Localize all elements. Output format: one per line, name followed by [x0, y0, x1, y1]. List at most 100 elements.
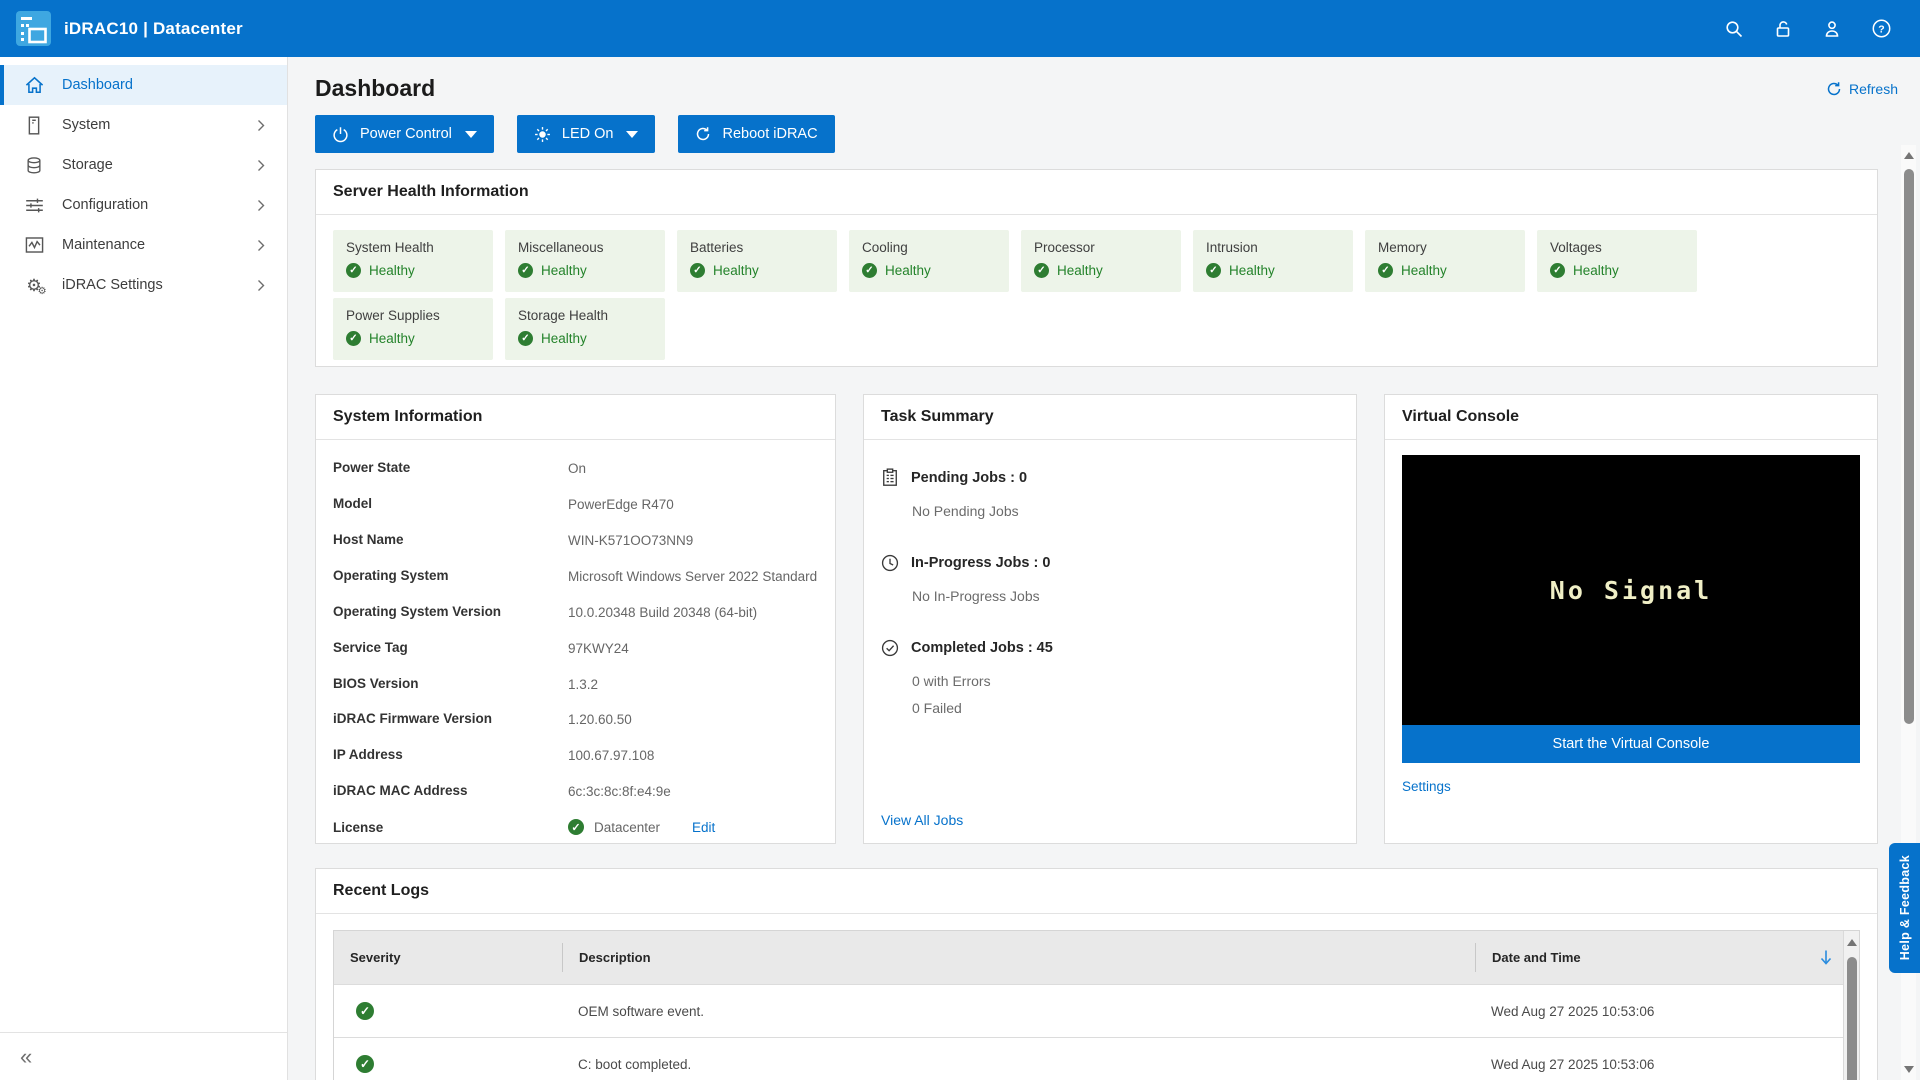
system-information-panel: System Information Power State On Model … — [315, 394, 836, 844]
healthy-check-icon: ✓ — [1378, 263, 1393, 278]
sidebar-item-idrac-settings[interactable]: ⚙⚙ iDRAC Settings — [0, 265, 287, 305]
column-header-description[interactable]: Description — [562, 943, 1475, 972]
info-row: Operating System Microsoft Windows Serve… — [333, 560, 818, 596]
reboot-idrac-button[interactable]: Reboot iDRAC — [678, 115, 834, 153]
health-tile[interactable]: Cooling ✓ Healthy — [849, 230, 1009, 292]
gear-icon: ⚙⚙ — [22, 277, 46, 294]
sidebar-item-configuration[interactable]: Configuration — [0, 185, 287, 225]
info-value: 1.20.60.50 — [568, 710, 818, 731]
info-value: 97KWY24 — [568, 639, 818, 660]
health-tile-status: ✓ Healthy — [346, 263, 480, 278]
topbar-icons: ? — [1723, 18, 1892, 40]
info-row: Service Tag 97KWY24 — [333, 632, 818, 668]
virtual-console-panel: Virtual Console No Signal Start the Virt… — [1384, 394, 1878, 844]
health-tile[interactable]: Intrusion ✓ Healthy — [1193, 230, 1353, 292]
sidebar-footer: « — [0, 1032, 287, 1080]
panel-title: System Information — [316, 395, 835, 440]
check-outline-icon — [881, 639, 899, 657]
search-icon[interactable] — [1723, 18, 1745, 40]
task-summary-panel: Task Summary — [863, 394, 1357, 844]
severity-ok-icon: ✓ — [356, 1055, 374, 1073]
help-icon[interactable]: ? — [1870, 18, 1892, 40]
idrac-logo-icon — [16, 11, 51, 46]
health-tile[interactable]: Storage Health ✓ Healthy — [505, 298, 665, 360]
table-scrollbar[interactable] — [1843, 931, 1859, 1080]
sidebar-item-dashboard[interactable]: Dashboard — [0, 65, 287, 105]
health-tile-status: ✓ Healthy — [518, 263, 652, 278]
caret-down-icon — [626, 131, 638, 138]
info-label: BIOS Version — [333, 676, 568, 696]
virtual-console-preview: No Signal — [1402, 455, 1860, 725]
virtual-console-settings-link[interactable]: Settings — [1402, 779, 1451, 794]
healthy-check-icon: ✓ — [690, 263, 705, 278]
info-value: 100.67.97.108 — [568, 746, 818, 767]
svg-text:?: ? — [1878, 23, 1884, 35]
health-tile-name: Batteries — [690, 240, 824, 255]
health-tile[interactable]: System Health ✓ Healthy — [333, 230, 493, 292]
info-label: Host Name — [333, 532, 568, 552]
panel-title: Recent Logs — [316, 869, 1877, 914]
power-icon — [332, 126, 349, 143]
led-on-button[interactable]: LED On — [517, 115, 656, 153]
datetime-cell: Wed Aug 27 2025 10:53:06 — [1475, 1057, 1843, 1072]
info-value: 1.3.2 — [568, 675, 818, 696]
page-scrollbar-thumb[interactable] — [1904, 169, 1914, 724]
license-row: License ✓ Datacenter Edit — [333, 811, 818, 843]
sidebar-item-storage[interactable]: Storage — [0, 145, 287, 185]
health-tile[interactable]: Processor ✓ Healthy — [1021, 230, 1181, 292]
column-header-date[interactable]: Date and Time — [1475, 943, 1843, 972]
pending-jobs-detail: No Pending Jobs — [912, 503, 1339, 519]
system-information-list: Power State On Model PowerEdge R470 Host… — [316, 440, 835, 811]
user-icon[interactable] — [1821, 18, 1843, 40]
health-tile[interactable]: Memory ✓ Healthy — [1365, 230, 1525, 292]
chevron-right-icon — [257, 119, 265, 132]
scroll-up-arrow-icon[interactable] — [1904, 152, 1914, 159]
sidebar-item-label: Maintenance — [62, 237, 145, 253]
health-tile-name: Memory — [1378, 240, 1512, 255]
info-label: Operating System — [333, 568, 568, 588]
health-tile[interactable]: Power Supplies ✓ Healthy — [333, 298, 493, 360]
column-header-severity[interactable]: Severity — [334, 943, 562, 972]
led-brightness-icon — [534, 126, 551, 143]
sidebar: Dashboard System — [0, 57, 288, 1080]
scroll-up-arrow-icon[interactable] — [1847, 939, 1857, 946]
info-label: IP Address — [333, 747, 568, 767]
sidebar-item-maintenance[interactable]: Maintenance — [0, 225, 287, 265]
severity-cell: ✓ — [334, 1002, 562, 1020]
table-header-row: Severity Description Date and Time — [334, 931, 1843, 984]
main-content: Dashboard Refresh Po — [288, 57, 1920, 1080]
health-tile[interactable]: Voltages ✓ Healthy — [1537, 230, 1697, 292]
scroll-down-arrow-icon[interactable] — [1904, 1066, 1914, 1073]
check-circle-icon: ✓ — [568, 819, 584, 835]
power-control-button[interactable]: Power Control — [315, 115, 494, 153]
health-tile-name: Intrusion — [1206, 240, 1340, 255]
health-tile[interactable]: Miscellaneous ✓ Healthy — [505, 230, 665, 292]
table-row: ✓ OEM software event. Wed Aug 27 2025 10… — [334, 984, 1843, 1037]
completed-jobs-errors: 0 with Errors — [912, 673, 1339, 689]
health-tile-status: ✓ Healthy — [1034, 263, 1168, 278]
view-all-jobs-link[interactable]: View All Jobs — [881, 812, 963, 828]
table-scrollbar-thumb[interactable] — [1847, 957, 1857, 1080]
health-tile-name: System Health — [346, 240, 480, 255]
info-value: Microsoft Windows Server 2022 Standard — [568, 567, 818, 588]
refresh-button[interactable]: Refresh — [1826, 81, 1898, 97]
license-edit-link[interactable]: Edit — [692, 820, 715, 835]
panel-title: Task Summary — [864, 395, 1356, 440]
health-tile[interactable]: Batteries ✓ Healthy — [677, 230, 837, 292]
chevron-right-icon — [257, 279, 265, 292]
sort-desc-icon[interactable] — [1819, 949, 1833, 966]
health-tile-name: Processor — [1034, 240, 1168, 255]
lock-icon[interactable] — [1772, 18, 1794, 40]
chevron-right-icon — [257, 159, 265, 172]
collapse-sidebar-icon[interactable]: « — [20, 1046, 32, 1068]
sidebar-item-label: Configuration — [62, 197, 148, 213]
help-feedback-tab[interactable]: Help & Feedback — [1889, 843, 1920, 973]
start-virtual-console-button[interactable]: Start the Virtual Console — [1402, 725, 1860, 763]
in-progress-jobs-detail: No In-Progress Jobs — [912, 588, 1339, 604]
sidebar-item-label: iDRAC Settings — [62, 277, 163, 293]
no-signal-text: No Signal — [1550, 576, 1712, 605]
info-row: Model PowerEdge R470 — [333, 488, 818, 524]
info-row: IP Address 100.67.97.108 — [333, 739, 818, 775]
sidebar-item-system[interactable]: System — [0, 105, 287, 145]
info-row: Operating System Version 10.0.20348 Buil… — [333, 596, 818, 632]
